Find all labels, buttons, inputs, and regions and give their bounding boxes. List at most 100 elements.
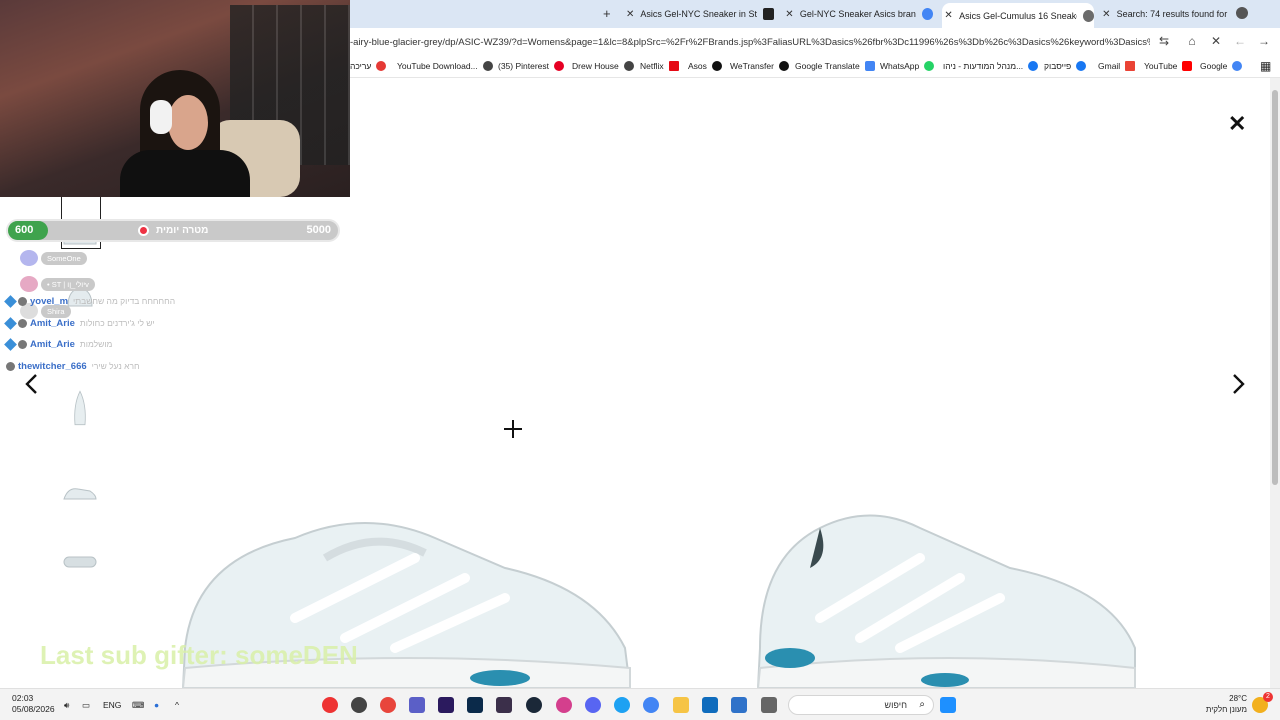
bookmark-drew-house[interactable]: Drew House	[572, 61, 634, 71]
bookmark-asos[interactable]: Asos	[688, 61, 722, 71]
chat-text: מושלמות	[79, 339, 113, 349]
bookmark-label: Drew House	[572, 61, 619, 71]
bookmark-google-translate[interactable]: Google Translate	[795, 61, 875, 71]
vegas-icon[interactable]	[496, 697, 512, 713]
bookmark-label: Google Translate	[795, 61, 860, 71]
close-icon[interactable]: ✕	[783, 9, 796, 20]
microphone-icon[interactable]: ●	[154, 700, 159, 710]
badge-icon	[4, 294, 17, 308]
notification-label: SomeOne	[41, 251, 87, 265]
all-bookmarks-icon[interactable]: ▦	[1260, 59, 1271, 73]
previous-image-arrow-icon[interactable]	[22, 372, 42, 396]
language-indicator[interactable]: ENG	[103, 700, 121, 710]
weather-condition: מעונן חלקית	[1205, 705, 1247, 714]
chat-text: חרא נעל שירי	[91, 361, 140, 371]
bookmark-youtube[interactable]: YouTube	[1144, 61, 1193, 71]
discord-icon[interactable]	[585, 697, 601, 713]
weather-widget[interactable]: 28°C מעונן חלקית	[1203, 693, 1247, 715]
asos-icon	[711, 61, 722, 71]
bookmark-facebook[interactable]: פייסבוק	[1044, 61, 1087, 71]
clock[interactable]: 02:03 05/08/2026	[12, 693, 55, 715]
back-icon[interactable]: →	[1256, 34, 1272, 48]
bookmark-youtube-download[interactable]: YouTube Download...	[397, 61, 493, 71]
tune-icon[interactable]: ⇆	[1156, 34, 1172, 48]
globe-icon	[376, 61, 387, 71]
target-icon	[138, 225, 149, 236]
record-app-icon[interactable]	[322, 697, 338, 713]
tab-asics-gel-nyc[interactable]: ✕ Asics Gel-NYC Sneaker in Storm	[624, 3, 774, 25]
bookmark-whatsapp[interactable]: WhatsApp	[880, 61, 935, 71]
taskbar-search[interactable]: חיפוש ⌕	[788, 695, 934, 715]
bookmark-google[interactable]: Google	[1200, 61, 1243, 71]
bookmark-pinterest[interactable]: (35) Pinterest	[498, 61, 565, 71]
tab-asics-gel-cumulus[interactable]: ✕ Asics Gel-Cumulus 16 Sneaker	[942, 3, 1094, 28]
app-icon[interactable]	[380, 697, 396, 713]
globe-icon	[482, 61, 493, 71]
file-explorer-icon[interactable]	[673, 697, 689, 713]
favicon-icon	[763, 8, 774, 20]
thumbnail-pair-view[interactable]	[62, 473, 98, 513]
notification-count-badge: 2	[1263, 692, 1273, 702]
tab-search-results[interactable]: ✕ Search: 74 results found for "as	[1100, 3, 1230, 25]
edge-icon[interactable]	[614, 697, 630, 713]
bookmark-label: (35) Pinterest	[498, 61, 550, 71]
home-icon[interactable]: ⌂	[1184, 34, 1200, 48]
instagram-icon[interactable]	[556, 697, 572, 713]
teams-icon[interactable]	[409, 697, 425, 713]
start-icon[interactable]	[940, 697, 956, 713]
url-field[interactable]: -airy-blue-glacier-grey/dp/ASIC-WZ39/?d=…	[350, 37, 1150, 48]
bookmark-label: Netflix	[640, 61, 664, 71]
bookmark-label: WhatsApp	[880, 61, 920, 71]
close-icon[interactable]: ✕	[1100, 9, 1113, 20]
goal-max: 5000	[306, 224, 331, 236]
clock-time: 02:03	[12, 693, 34, 703]
search-icon: ⌕	[919, 699, 925, 710]
keyboard-icon[interactable]: ⌨	[132, 700, 144, 711]
profile-icon[interactable]	[1236, 7, 1248, 19]
taskbar: 02:03 05/08/2026 🔊︎ ▭ ENG ⌨ ● ^ חיפוש ⌕ …	[0, 688, 1280, 720]
next-image-arrow-icon[interactable]	[1228, 372, 1248, 396]
headset	[150, 100, 172, 134]
premiere-icon[interactable]	[438, 697, 454, 713]
close-icon[interactable]: ✕	[1228, 111, 1246, 137]
photoshop-icon[interactable]	[467, 697, 483, 713]
bookmark-netflix[interactable]: Netflix	[640, 61, 679, 71]
bookmark-label: WeTransfer	[730, 61, 774, 71]
badge-icon	[6, 361, 15, 371]
close-icon[interactable]: ✕	[942, 10, 955, 21]
store-icon[interactable]	[731, 697, 747, 713]
chrome-icon[interactable]	[643, 697, 659, 713]
chat-message: yovel_m החחחחח בדיוק מה שחשבתי	[4, 294, 175, 308]
bookmark-ads-manager[interactable]: מנהל המודעות - ניהו...	[943, 61, 1039, 71]
google-icon	[1232, 61, 1243, 71]
notification-label: • ST | יולי_ןוv	[41, 277, 95, 291]
bookmark-gmail[interactable]: Gmail	[1098, 61, 1136, 71]
translate-icon	[864, 61, 875, 71]
avatar	[20, 276, 38, 292]
bookmark-wetransfer[interactable]: WeTransfer	[730, 61, 789, 71]
chevron-up-icon[interactable]: ^	[175, 700, 179, 710]
close-icon[interactable]: ✕	[624, 9, 636, 20]
badge-icon	[18, 339, 27, 349]
favicon-icon	[1082, 9, 1094, 22]
outlook-icon[interactable]	[702, 697, 718, 713]
forward-icon[interactable]: ←	[1232, 34, 1248, 48]
steam-icon[interactable]	[526, 697, 542, 713]
volume-icon[interactable]: 🔊︎	[64, 700, 69, 711]
temperature: 28°C	[1229, 694, 1247, 703]
network-icon[interactable]: ▭	[82, 700, 90, 711]
new-tab-button[interactable]: +	[603, 6, 611, 21]
page-scrollbar[interactable]	[1270, 78, 1280, 688]
pinterest-icon	[554, 61, 565, 71]
bookmark-editing[interactable]: עריכה	[350, 61, 387, 71]
stop-icon[interactable]: ✕	[1208, 34, 1224, 48]
thumbnail-top-view[interactable]	[62, 388, 98, 428]
tab-gel-nyc-search[interactable]: ✕ Gel-NYC Sneaker Asics brand&	[783, 3, 933, 25]
scrollbar-thumb[interactable]	[1272, 90, 1278, 485]
obs-icon[interactable]	[351, 697, 367, 713]
thumbnail-sole-view[interactable]	[62, 541, 98, 581]
app-icon[interactable]	[761, 697, 777, 713]
youtube-icon	[1182, 61, 1193, 71]
goal-current: 600	[15, 224, 34, 236]
badge-icon	[18, 296, 27, 306]
